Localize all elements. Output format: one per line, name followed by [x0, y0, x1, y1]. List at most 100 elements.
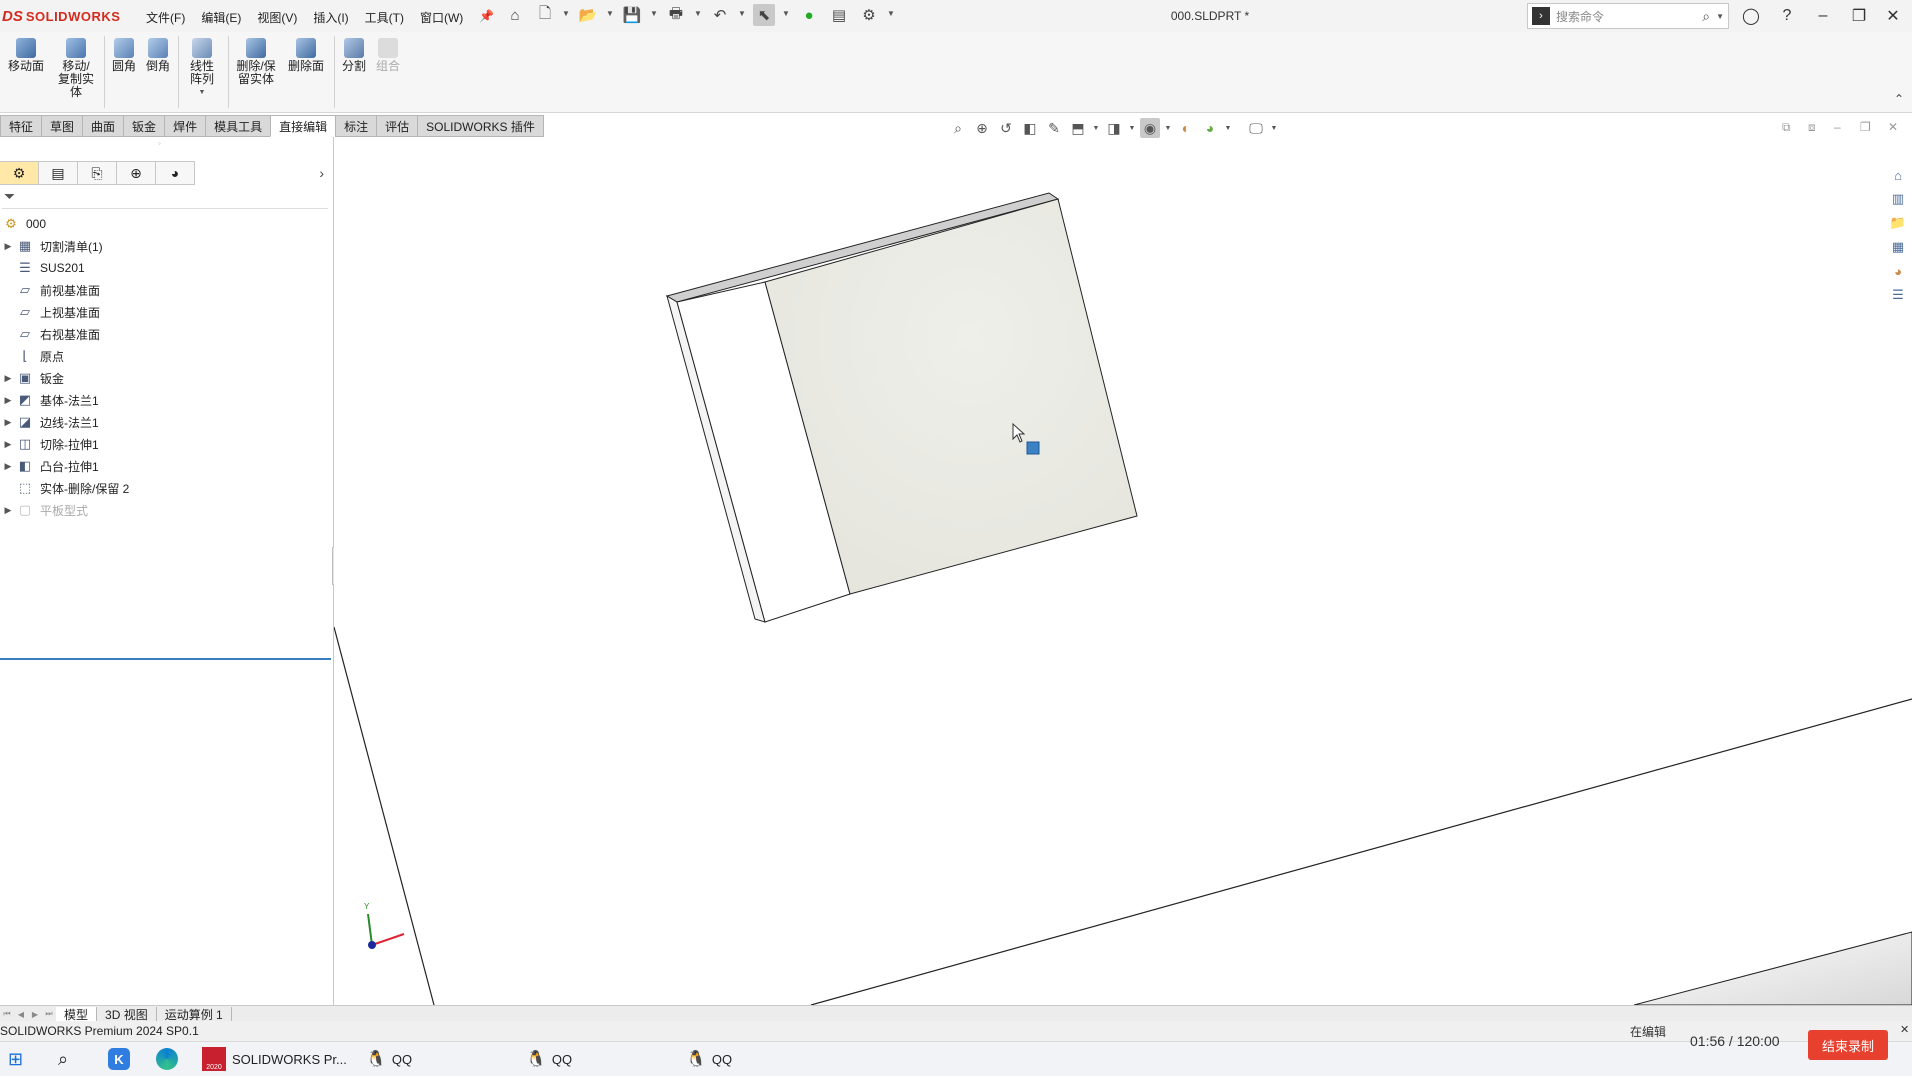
solidworks-resources-icon[interactable]: ⌂ [1888, 165, 1908, 185]
tab-model[interactable]: 模型 [56, 1006, 98, 1022]
tree-item-material[interactable]: ☰ SUS201 [0, 257, 330, 279]
tab-evaluate[interactable]: 评估 [376, 115, 418, 137]
tab-sketch[interactable]: 草图 [41, 115, 83, 137]
delete-face-button[interactable]: 删除面 [284, 38, 328, 73]
chevron-down-icon[interactable]: ▼ [562, 9, 570, 18]
restore-button[interactable]: ❐ [1842, 3, 1876, 29]
menu-window[interactable]: 窗口(W) [412, 7, 471, 28]
tree-root-part[interactable]: ⚙ 000 [0, 213, 330, 235]
linear-pattern-button[interactable]: 线性阵列 ▼ [182, 38, 222, 99]
recorder-close-icon[interactable]: ✕ [1900, 1023, 1909, 1036]
view-orientation-icon[interactable]: ⬒ [1068, 118, 1088, 138]
viewport-tile-icon[interactable]: ⧉ [1782, 120, 1791, 135]
feature-tree-tab-icon[interactable]: ⚙ [0, 161, 39, 185]
file-properties-icon[interactable]: ▤ [828, 4, 850, 26]
chevron-down-icon[interactable]: ▼ [650, 9, 658, 18]
chevron-down-icon[interactable]: ▼ [1224, 118, 1232, 138]
pin-icon[interactable]: 📌 [471, 7, 502, 28]
expand-arrow-icon[interactable]: ▶ [0, 417, 16, 428]
tree-item-edge-flange[interactable]: ▶ ◪ 边线-法兰1 [0, 411, 330, 433]
chevron-down-icon[interactable]: ▼ [782, 9, 790, 18]
model-viewport[interactable]: Y [334, 137, 1912, 1005]
help-icon[interactable]: ? [1770, 3, 1804, 29]
menu-tools[interactable]: 工具(T) [357, 7, 412, 28]
tab-markup[interactable]: 标注 [335, 115, 377, 137]
chevron-down-icon[interactable]: ▼ [1270, 118, 1278, 138]
tree-item-flat-pattern[interactable]: ▶ ▢ 平板型式 [0, 499, 330, 521]
rollback-bar[interactable] [0, 658, 331, 660]
view-settings-icon[interactable]: 🖵 [1246, 118, 1266, 138]
dimxpert-tab-icon[interactable]: ⊕ [117, 161, 156, 185]
tab-features[interactable]: 特征 [0, 115, 42, 137]
home-icon[interactable]: ⌂ [504, 4, 526, 26]
chevron-down-icon[interactable]: ▼ [199, 86, 206, 99]
user-account-icon[interactable]: ◯ [1734, 3, 1768, 29]
move-face-button[interactable]: 移动面 [6, 38, 46, 73]
design-library-icon[interactable]: ▥ [1888, 189, 1908, 209]
menu-file[interactable]: 文件(F) [138, 7, 193, 28]
configuration-manager-tab-icon[interactable]: ⎘ [78, 161, 117, 185]
save-icon[interactable]: 💾 [621, 4, 643, 26]
tab-sheet-metal[interactable]: 钣金 [123, 115, 165, 137]
menu-insert[interactable]: 插入(I) [305, 7, 356, 28]
chevron-right-icon[interactable]: › [319, 165, 324, 181]
undo-icon[interactable]: ↶ [709, 4, 731, 26]
kingsoft-app-icon[interactable]: K [108, 1047, 130, 1071]
tree-item-right-plane[interactable]: ▱ 右视基准面 [0, 323, 330, 345]
viewport-minimize-icon[interactable]: – [1834, 120, 1841, 134]
tree-item-boss-extrude[interactable]: ▶ ◧ 凸台-拉伸1 [0, 455, 330, 477]
search-icon[interactable]: ⌕ [1702, 8, 1710, 25]
chevron-down-icon[interactable]: ▼ [1716, 12, 1724, 21]
expand-arrow-icon[interactable]: ▶ [0, 461, 16, 472]
zoom-to-fit-icon[interactable]: ⌕ [948, 118, 968, 138]
menu-view[interactable]: 视图(V) [249, 7, 305, 28]
tree-item-origin[interactable]: ⌊ 原点 [0, 345, 330, 367]
zoom-to-area-icon[interactable]: ⊕ [972, 118, 992, 138]
edit-appearance-icon[interactable]: ◐ [1176, 118, 1196, 138]
chevron-down-icon[interactable]: ▼ [738, 9, 746, 18]
fillet-button[interactable]: 圆角 [108, 38, 140, 73]
apply-scene-icon[interactable]: ◕ [1200, 118, 1220, 138]
tab-surfaces[interactable]: 曲面 [82, 115, 124, 137]
expand-arrow-icon[interactable]: ▶ [0, 505, 16, 516]
print-icon[interactable]: 🖶 [665, 4, 687, 26]
taskbar-qq-3[interactable]: 🐧 QQ [686, 1047, 732, 1071]
section-view-icon[interactable]: ◧ [1020, 118, 1040, 138]
chevron-down-icon[interactable]: ▼ [887, 9, 895, 18]
search-icon[interactable]: ⌕ [58, 1047, 68, 1071]
tree-item-top-plane[interactable]: ▱ 上视基准面 [0, 301, 330, 323]
property-manager-tab-icon[interactable]: ▤ [39, 161, 78, 185]
solidworks-logo[interactable]: DS SOLIDWORKS [2, 6, 120, 26]
tree-filter-input[interactable]: ⏷ [2, 188, 328, 209]
rebuild-traffic-light-icon[interactable]: ● [798, 4, 820, 26]
tab-mold-tools[interactable]: 模具工具 [205, 115, 271, 137]
taskbar-qq-2[interactable]: 🐧 QQ [526, 1047, 572, 1071]
chamfer-button[interactable]: 倒角 [142, 38, 174, 73]
tree-item-base-flange[interactable]: ▶ ◩ 基体-法兰1 [0, 389, 330, 411]
display-style-icon[interactable]: ◨ [1104, 118, 1124, 138]
options-gear-icon[interactable]: ⚙ [858, 4, 880, 26]
minimize-button[interactable]: – [1806, 3, 1840, 29]
appearances-icon[interactable]: ◕ [1888, 261, 1908, 281]
tree-item-delete-body[interactable]: ⬚ 实体-删除/保留 2 [0, 477, 330, 499]
tree-item-front-plane[interactable]: ▱ 前视基准面 [0, 279, 330, 301]
tab-3d-views[interactable]: 3D 视图 [97, 1006, 157, 1022]
next-tab-icon[interactable]: ▶ [28, 1010, 42, 1019]
split-button[interactable]: 分割 [338, 38, 370, 73]
prev-tab-icon[interactable]: ◀ [14, 1010, 28, 1019]
hide-show-items-icon[interactable]: ◉ [1140, 118, 1160, 138]
previous-view-icon[interactable]: ↺ [996, 118, 1016, 138]
select-cursor-icon[interactable]: ⬉ [753, 4, 775, 26]
tab-motion-study[interactable]: 运动算例 1 [157, 1006, 232, 1022]
display-manager-tab-icon[interactable]: ◕ [156, 161, 195, 185]
close-button[interactable]: ✕ [1876, 3, 1910, 29]
taskbar-qq-1[interactable]: 🐧 QQ [366, 1047, 412, 1071]
expand-arrow-icon[interactable]: ▶ [0, 373, 16, 384]
stop-recording-button[interactable]: 结束录制 [1808, 1030, 1888, 1060]
graphics-area[interactable]: Y [334, 137, 1912, 1005]
edge-browser-icon[interactable] [156, 1047, 178, 1071]
first-tab-icon[interactable]: ⏮ [0, 1009, 14, 1019]
collapse-ribbon-icon[interactable]: ⌃ [1894, 92, 1904, 106]
viewport-split-icon[interactable]: ⧈ [1808, 120, 1816, 135]
delete-keep-body-button[interactable]: 删除/保留实体 [232, 38, 280, 86]
